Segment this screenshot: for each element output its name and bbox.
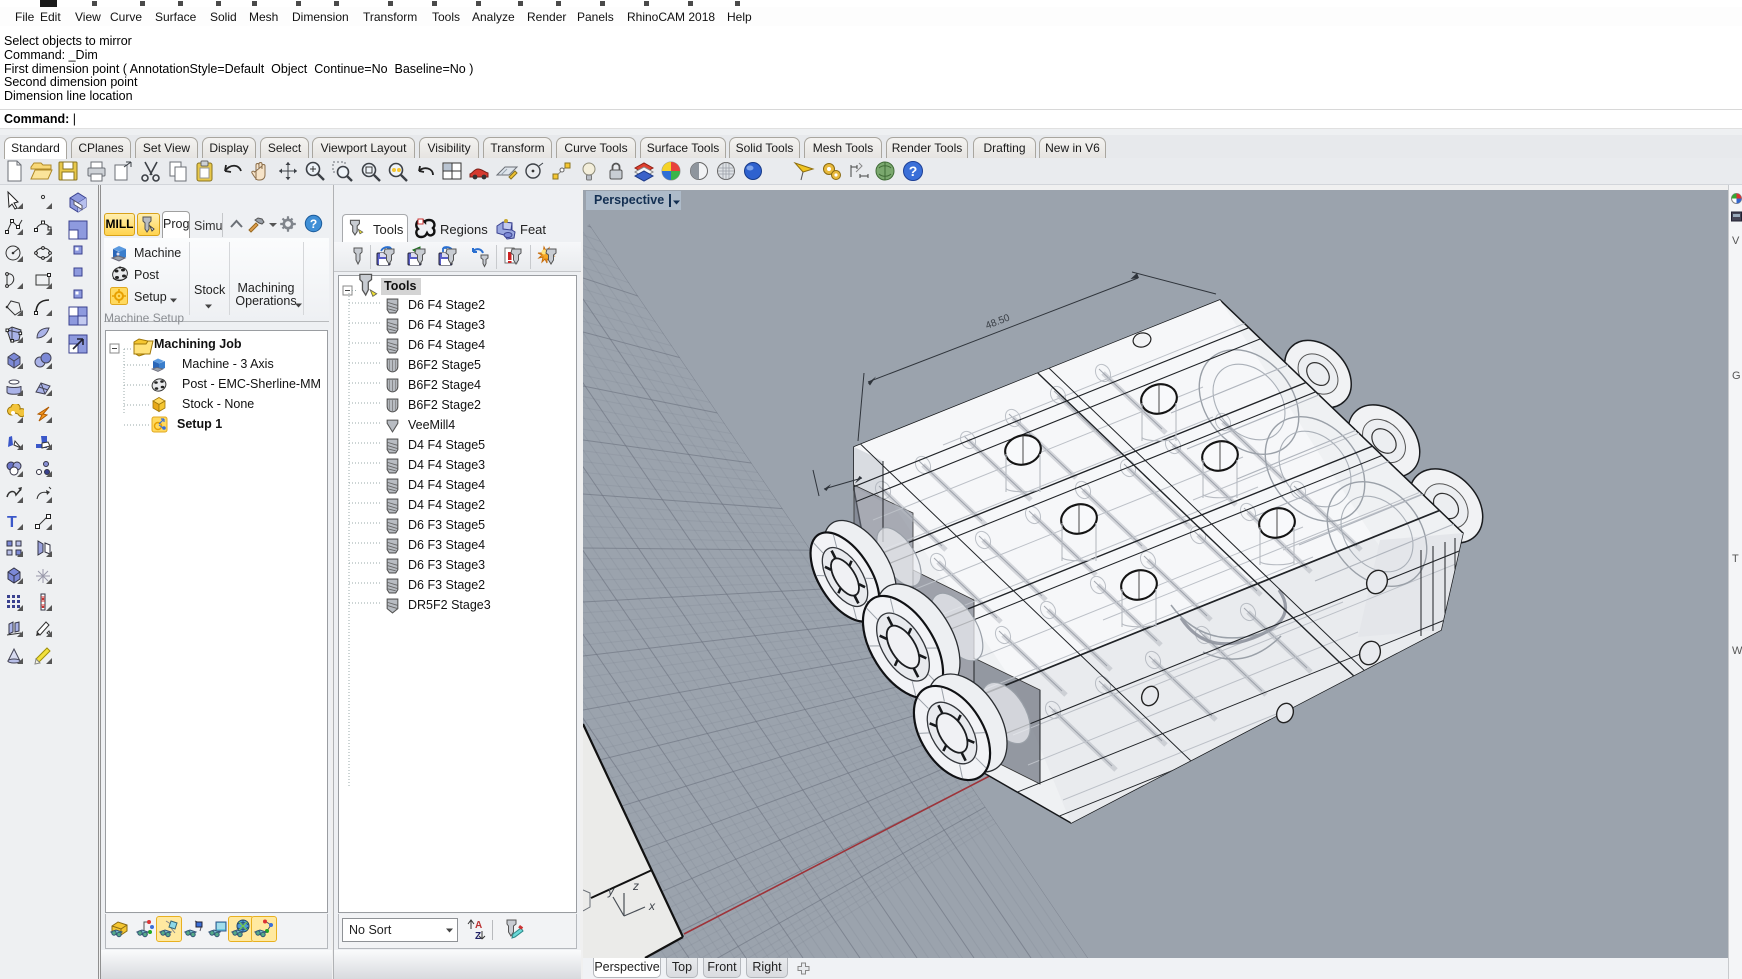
svg-text:T: T [7,514,17,531]
svg-text:?: ? [909,163,918,179]
svg-text:A: A [475,920,482,931]
svg-text:x: x [648,899,656,913]
svg-text:y: y [607,884,615,898]
svg-text:?: ? [310,217,317,231]
svg-text:z: z [632,879,639,893]
